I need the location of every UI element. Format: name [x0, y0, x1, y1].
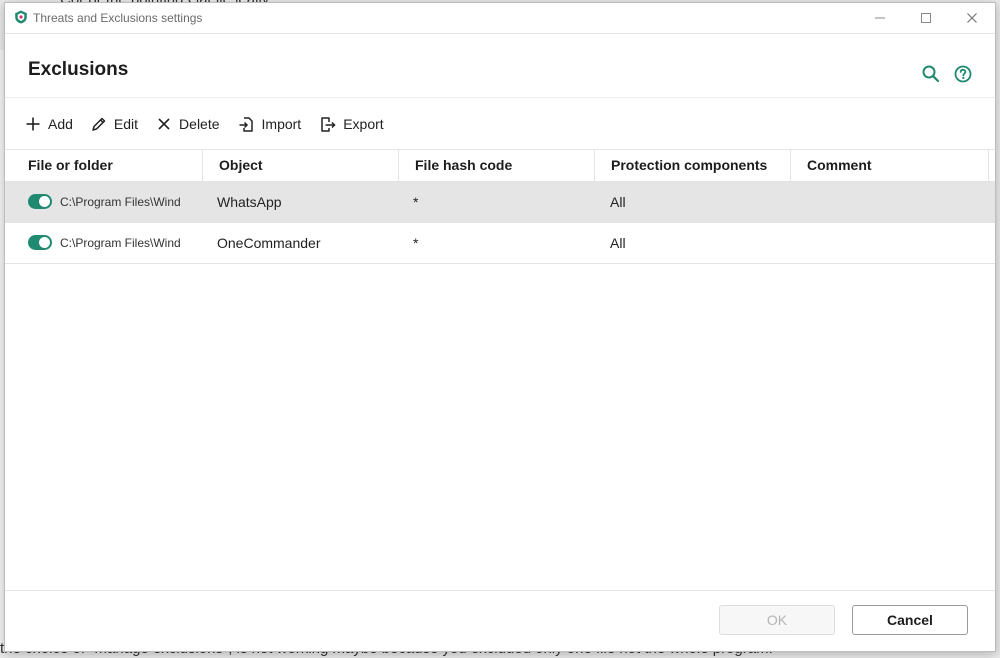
column-header-file-hash[interactable]: File hash code — [399, 150, 595, 181]
column-header-comment[interactable]: Comment — [791, 150, 989, 181]
plus-icon — [26, 117, 40, 131]
object-cell: OneCommander — [217, 235, 321, 251]
components-cell: All — [610, 235, 626, 251]
kaspersky-shield-icon — [15, 10, 27, 24]
import-icon — [239, 116, 253, 132]
window-title: Threats and Exclusions settings — [33, 11, 203, 25]
minimize-button[interactable] — [857, 3, 903, 33]
delete-label: Delete — [179, 116, 220, 132]
pencil-icon — [92, 117, 106, 131]
add-label: Add — [48, 116, 73, 132]
header-divider — [5, 97, 995, 98]
title-bar[interactable]: Threats and Exclusions settings — [5, 3, 995, 34]
table-row[interactable]: C:\Program Files\Windo OneCommander * Al… — [5, 223, 995, 264]
settings-dialog: Threats and Exclusions settings Exclusio… — [4, 2, 996, 652]
minimize-icon — [875, 17, 885, 19]
add-button[interactable]: Add — [25, 111, 73, 137]
path-cell: C:\Program Files\Windo — [60, 236, 180, 250]
search-icon[interactable] — [921, 64, 941, 84]
maximize-icon — [921, 13, 931, 23]
edit-button[interactable]: Edit — [91, 111, 138, 137]
export-icon — [321, 116, 336, 132]
close-icon — [967, 13, 977, 23]
delete-button[interactable]: Delete — [156, 111, 220, 137]
help-icon[interactable] — [953, 64, 973, 84]
export-button[interactable]: Export — [319, 111, 384, 137]
export-label: Export — [343, 116, 384, 132]
ok-button[interactable]: OK — [719, 605, 835, 635]
edit-label: Edit — [113, 116, 139, 132]
close-button[interactable] — [949, 3, 995, 33]
cancel-button[interactable]: Cancel — [852, 605, 968, 635]
import-button[interactable]: Import — [238, 111, 302, 137]
column-header-object[interactable]: Object — [203, 150, 399, 181]
maximize-button[interactable] — [903, 3, 949, 33]
hash-cell: * — [413, 235, 419, 251]
table-header: File or folder Object File hash code Pro… — [5, 149, 995, 182]
x-icon — [158, 118, 170, 130]
column-header-protection-components[interactable]: Protection components — [595, 150, 791, 181]
path-cell: C:\Program Files\Windo — [60, 195, 180, 209]
comment-cell — [791, 182, 989, 222]
column-header-file-or-folder[interactable]: File or folder — [5, 150, 203, 181]
object-cell: WhatsApp — [217, 194, 282, 210]
import-label: Import — [261, 116, 302, 132]
toolbar: Add Edit Delete Import Export — [25, 111, 402, 137]
exclusions-table: File or folder Object File hash code Pro… — [5, 149, 995, 264]
comment-cell — [791, 223, 989, 263]
components-cell: All — [610, 194, 626, 210]
table-row[interactable]: C:\Program Files\Windo WhatsApp * All — [5, 182, 995, 223]
page-title: Exclusions — [28, 59, 129, 80]
hash-cell: * — [413, 194, 419, 210]
footer-divider — [5, 590, 995, 591]
